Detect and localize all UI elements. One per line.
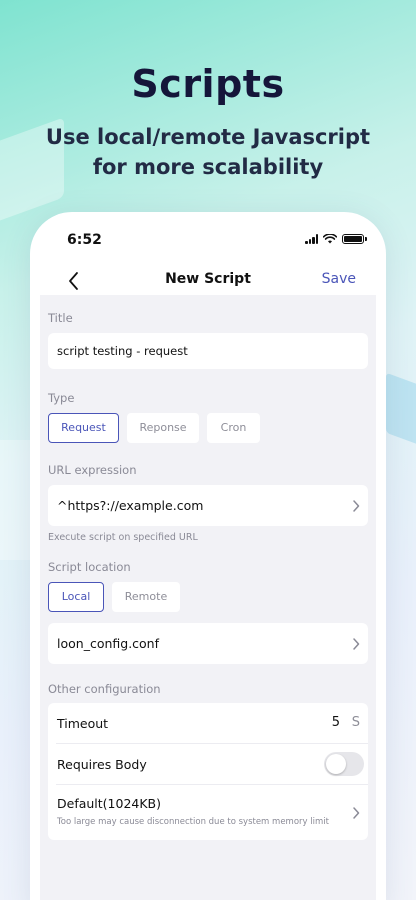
title-field-value: script testing - request (57, 344, 188, 358)
chevron-right-icon (353, 807, 360, 819)
url-expression-value: ^https?://example.com (57, 498, 204, 513)
signal-icon (305, 234, 318, 244)
form-content: Title script testing - request Type Requ… (40, 295, 376, 900)
type-request-button[interactable]: Request (48, 413, 119, 443)
chevron-right-icon (353, 500, 360, 512)
url-expression-field[interactable]: ^https?://example.com (48, 485, 368, 526)
type-cron-button[interactable]: Cron (207, 413, 260, 443)
location-section-label: Script location (48, 560, 131, 574)
location-local-button[interactable]: Local (48, 582, 104, 612)
timeout-value[interactable]: 5 (332, 715, 340, 730)
other-section-label: Other configuration (48, 682, 161, 696)
requires-body-toggle[interactable] (324, 752, 364, 776)
status-icons (305, 234, 367, 244)
phone-frame: 6:52 New Script Save Title script testin… (30, 212, 386, 900)
url-section-label: URL expression (48, 463, 137, 477)
body-size-label: Default(1024KB) (57, 796, 162, 811)
hero-title: Scripts (131, 62, 285, 106)
battery-icon (342, 234, 367, 244)
body-size-row[interactable]: Default(1024KB) Too large may cause disc… (48, 785, 368, 840)
url-hint: Execute script on specified URL (48, 532, 198, 543)
timeout-row[interactable]: Timeout 5 S (48, 703, 368, 743)
title-field[interactable]: script testing - request (48, 333, 368, 369)
other-configuration-card: Timeout 5 S Requires Body Default(1024KB… (48, 703, 368, 840)
body-size-hint: Too large may cause disconnection due to… (57, 817, 329, 827)
hero-subtitle: Use local/remote Javascript for more sca… (45, 125, 371, 179)
toggle-knob (326, 754, 346, 774)
save-button[interactable]: Save (322, 271, 356, 287)
navigation-bar: New Script Save (30, 268, 386, 296)
script-file-value: loon_config.conf (57, 636, 160, 651)
location-remote-button[interactable]: Remote (112, 582, 180, 612)
requires-body-label: Requires Body (57, 757, 147, 772)
chevron-right-icon (353, 638, 360, 650)
background-decoration (386, 372, 416, 448)
type-section-label: Type (48, 391, 75, 405)
status-bar: 6:52 (30, 212, 386, 268)
timeout-label: Timeout (57, 716, 109, 731)
requires-body-row: Requires Body (48, 744, 368, 784)
type-response-button[interactable]: Reponse (127, 413, 199, 443)
timeout-unit: S (351, 715, 360, 730)
status-time: 6:52 (67, 232, 102, 248)
title-section-label: Title (48, 311, 73, 325)
script-file-field[interactable]: loon_config.conf (48, 623, 368, 664)
wifi-icon (323, 234, 337, 244)
